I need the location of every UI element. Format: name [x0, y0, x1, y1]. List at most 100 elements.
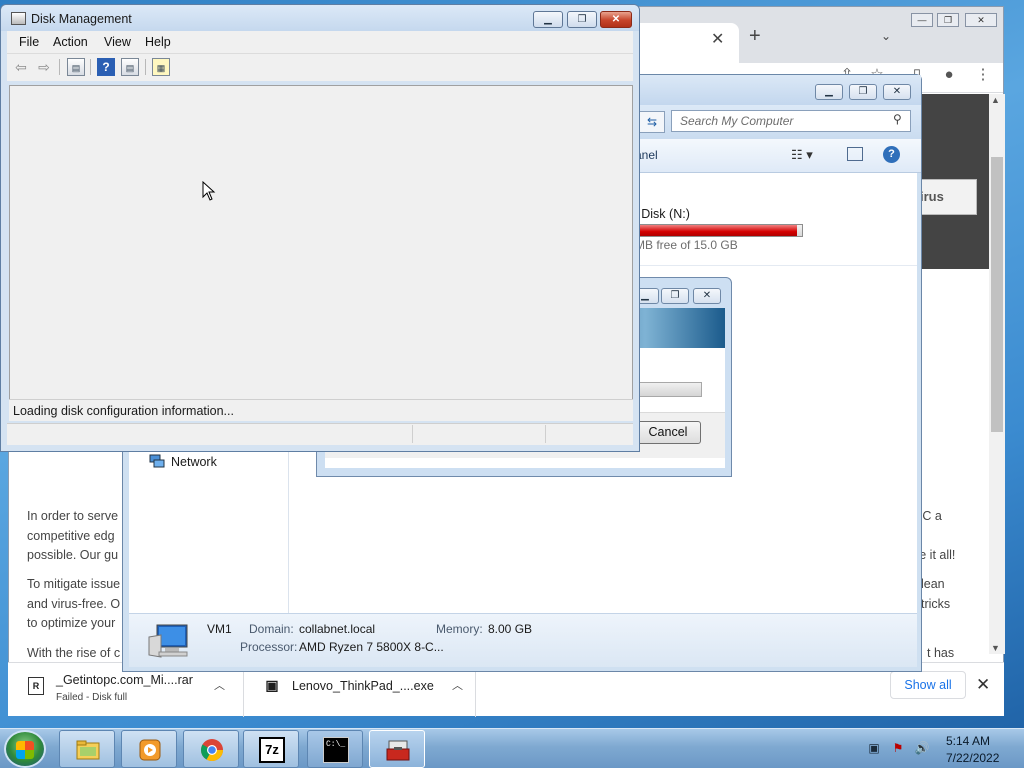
window-title: Disk Management	[31, 12, 132, 26]
profile-icon[interactable]: ●	[939, 65, 959, 85]
processor-value: AMD Ryzen 7 5800X 8-C...	[299, 640, 444, 654]
chrome-restore-button[interactable]: ❐	[937, 13, 959, 27]
minimize-button[interactable]: ▁	[533, 11, 563, 28]
drive-usage-fill	[636, 225, 798, 236]
article-line: possible. Our gu	[27, 548, 119, 562]
article-line: In order to serve	[27, 509, 119, 523]
dialog-maximize-button[interactable]: ❐	[661, 288, 689, 304]
help-icon[interactable]: ?	[883, 146, 900, 163]
tab-search-chevron-icon[interactable]: ⌄	[881, 29, 891, 43]
start-button[interactable]	[4, 730, 46, 768]
chevron-up-icon[interactable]: ︿	[214, 677, 225, 693]
chrome-icon	[201, 739, 223, 761]
refresh-icon[interactable]: ⇆	[639, 111, 665, 133]
explorer-maximize-button[interactable]: ❐	[849, 84, 877, 100]
mouse-cursor-icon	[202, 181, 216, 201]
volume-icon[interactable]: 🔊	[914, 741, 930, 757]
article-line-right: t has	[927, 646, 955, 660]
7zip-icon: 7z	[259, 737, 285, 763]
domain-value: collabnet.local	[299, 622, 376, 636]
command-prompt-icon: C:\_	[323, 737, 349, 763]
folder-icon	[76, 740, 100, 760]
chrome-minimize-button[interactable]: —	[911, 13, 933, 27]
menu-file[interactable]: File	[19, 35, 39, 49]
chrome-close-button[interactable]: ✕	[965, 13, 997, 27]
loading-status-text: Loading disk configuration information..…	[9, 399, 633, 421]
installer-file-icon: ▣	[265, 677, 279, 693]
toolbar-separator	[145, 59, 146, 75]
toolbox-icon	[386, 740, 410, 761]
close-button[interactable]: ✕	[600, 11, 632, 28]
article-line: and virus-free. O	[27, 597, 121, 611]
network-icon	[149, 454, 165, 468]
menu-action[interactable]: Action	[53, 35, 88, 49]
media-player-icon	[139, 739, 161, 761]
article-line-right: tricks	[921, 597, 951, 611]
taskbar-command-prompt[interactable]: C:\_	[307, 730, 363, 768]
download-filename: _Getintopc.com_Mi....rar	[56, 673, 193, 687]
explorer-close-button[interactable]: ✕	[883, 84, 911, 100]
article-line: competitive edg	[27, 529, 115, 543]
forward-arrow-icon[interactable]: ⇨	[35, 58, 53, 76]
disk-management-app-icon	[11, 12, 26, 25]
new-tab-icon[interactable]: +	[749, 25, 761, 48]
search-icon[interactable]: ⚲	[893, 112, 902, 126]
drive-free-space: MB free of 15.0 GB	[635, 238, 738, 252]
maximize-button[interactable]: ❐	[567, 11, 597, 28]
back-arrow-icon[interactable]: ⇦	[12, 58, 30, 76]
help-icon[interactable]: ?	[97, 58, 115, 76]
menu-view[interactable]: View	[104, 35, 131, 49]
tab-close-icon[interactable]: ✕	[711, 29, 724, 49]
status-divider	[412, 425, 413, 443]
drive-name[interactable]: l Disk (N:)	[635, 207, 690, 221]
search-input[interactable]: Search My Computer	[671, 110, 911, 132]
action-center-icon[interactable]: ⚑	[890, 741, 906, 757]
toolbar-separator	[90, 59, 91, 75]
dialog-close-button[interactable]: ✕	[693, 288, 721, 304]
disk-management-window: Disk Management ▁ ❐ ✕ File Action View H…	[0, 4, 640, 452]
clock-time[interactable]: 5:14 AM	[946, 734, 990, 748]
close-icon[interactable]: ✕	[976, 675, 990, 695]
network-icon[interactable]: ▣	[866, 741, 882, 757]
rar-file-icon: R	[28, 677, 44, 695]
page-scrollbar-thumb[interactable]	[991, 157, 1003, 432]
system-tray: ▣ ⚑ 🔊	[862, 729, 1024, 768]
settings-icon[interactable]: ▦	[152, 58, 170, 76]
computer-name: VM1	[207, 622, 232, 636]
article-line: With the rise of c	[27, 646, 121, 660]
clock-date[interactable]: 7/22/2022	[946, 751, 999, 765]
chevron-up-icon[interactable]: ︿	[452, 677, 463, 693]
scroll-down-icon[interactable]: ▼	[991, 643, 1000, 653]
taskbar-computer-management[interactable]	[369, 730, 425, 768]
taskbar-explorer[interactable]	[59, 730, 115, 768]
scroll-up-icon[interactable]: ▲	[991, 95, 1000, 105]
show-all-button[interactable]: Show all	[890, 671, 966, 699]
article-line: To mitigate issue	[27, 577, 121, 591]
cancel-button[interactable]: Cancel	[635, 421, 701, 444]
taskbar: 7z C:\_ ▣ ⚑ 🔊 5:14 AM 7/22/2022	[0, 728, 1024, 768]
taskbar-7zip[interactable]: 7z	[243, 730, 299, 768]
explorer-minimize-button[interactable]: ▁	[815, 84, 843, 100]
memory-value: 8.00 GB	[488, 622, 533, 636]
memory-label: Memory:	[436, 622, 483, 636]
download-filename: Lenovo_ThinkPad_....exe	[292, 679, 434, 693]
taskbar-media-player[interactable]	[121, 730, 177, 768]
processor-label: Processor:	[240, 640, 298, 654]
nav-item-network[interactable]: Network	[171, 455, 217, 469]
menu-help[interactable]: Help	[145, 35, 171, 49]
chrome-menu-icon[interactable]: ⋮	[973, 65, 993, 85]
taskbar-chrome[interactable]	[183, 730, 239, 768]
computer-icon	[148, 624, 188, 658]
windows-logo-icon	[16, 741, 34, 759]
status-bar	[7, 423, 633, 445]
drive-usage-bar	[635, 224, 803, 237]
article-line-right: lean	[921, 577, 945, 591]
preview-pane-icon[interactable]	[847, 147, 863, 161]
menu-bar	[7, 31, 633, 53]
show-hide-console-tree-icon[interactable]: ▤	[67, 58, 85, 76]
disk-view-pane	[9, 85, 633, 421]
toolbar-separator	[59, 59, 60, 75]
status-divider	[545, 425, 546, 443]
change-view-icon[interactable]: ☷ ▾	[791, 147, 813, 163]
properties-icon[interactable]: ▤	[121, 58, 139, 76]
